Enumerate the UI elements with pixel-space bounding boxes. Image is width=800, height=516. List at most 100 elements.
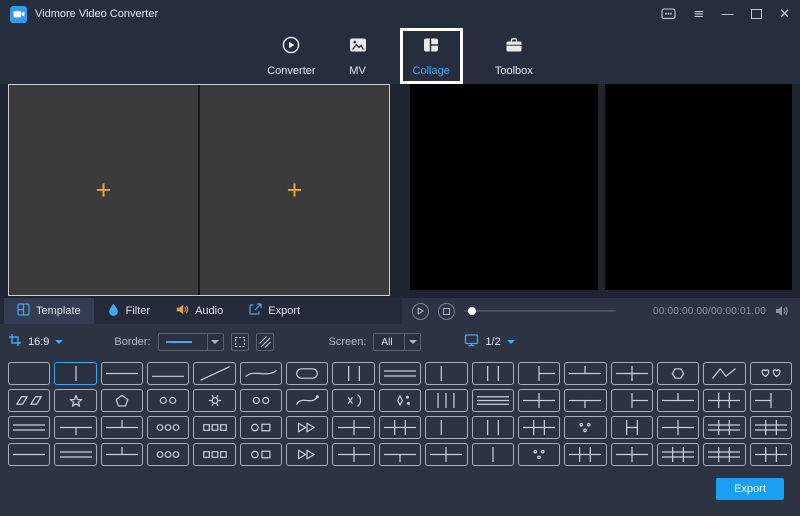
template-option-v4[interactable] <box>425 389 467 412</box>
template-option-t2b1[interactable] <box>101 443 143 466</box>
template-option-starswirl[interactable] <box>379 389 421 412</box>
template-option-squares3[interactable] <box>193 443 235 466</box>
template-option-v2[interactable] <box>54 362 96 385</box>
template-option-h2[interactable] <box>101 362 143 385</box>
template-option-hex[interactable] <box>657 362 699 385</box>
border-style-select[interactable] <box>158 333 224 351</box>
template-option-l1r2[interactable] <box>611 389 653 412</box>
seek-thumb[interactable] <box>468 307 476 315</box>
template-option-circles3[interactable] <box>147 416 189 439</box>
template-option-v2off[interactable] <box>425 362 467 385</box>
template-option-squares3[interactable] <box>193 416 235 439</box>
template-option-grid4[interactable] <box>657 416 699 439</box>
page-dropdown-caret[interactable] <box>507 340 515 344</box>
template-option-h3[interactable] <box>54 443 96 466</box>
template-option-t2b1[interactable] <box>657 389 699 412</box>
template-option-h4[interactable] <box>472 389 514 412</box>
template-option-grid6[interactable] <box>703 389 745 412</box>
template-option-swirl[interactable] <box>286 389 328 412</box>
feedback-icon[interactable] <box>661 8 676 20</box>
template-option-para[interactable] <box>8 389 50 412</box>
tab-audio[interactable]: Audio <box>163 298 236 324</box>
template-option-l2r1[interactable] <box>750 389 792 412</box>
template-option-h3[interactable] <box>379 362 421 385</box>
template-option-dots[interactable] <box>564 416 606 439</box>
template-option-grid6[interactable] <box>564 443 606 466</box>
tab-filter[interactable]: Filter <box>94 298 163 324</box>
template-option-ff[interactable] <box>286 443 328 466</box>
template-option-circles2[interactable] <box>147 389 189 412</box>
template-option-t2b1[interactable] <box>564 362 606 385</box>
maximize-icon[interactable] <box>751 9 762 19</box>
template-option-v3[interactable] <box>472 416 514 439</box>
template-option-grid9[interactable] <box>750 416 792 439</box>
template-option-t2b1[interactable] <box>101 416 143 439</box>
minimize-icon[interactable]: — <box>721 8 734 21</box>
template-option-grid6[interactable] <box>750 443 792 466</box>
template-option-v2off[interactable] <box>425 416 467 439</box>
template-option-circlesq[interactable] <box>240 443 282 466</box>
template-option-circlesq[interactable] <box>240 416 282 439</box>
template-option-v2[interactable] <box>472 443 514 466</box>
tab-toolbox[interactable]: Toolbox <box>495 28 533 77</box>
template-option-grid4[interactable] <box>518 389 560 412</box>
add-video-icon[interactable]: + <box>287 177 303 204</box>
template-option-grid6[interactable] <box>379 416 421 439</box>
template-option-v3[interactable] <box>332 362 374 385</box>
template-option-grid4[interactable] <box>611 362 653 385</box>
template-option-grid4[interactable] <box>611 443 653 466</box>
play-button[interactable] <box>412 303 429 320</box>
template-option-gear[interactable] <box>193 389 235 412</box>
menu-icon[interactable]: ≡ <box>693 8 704 21</box>
template-option-ff[interactable] <box>286 416 328 439</box>
template-option-gearparen[interactable] <box>332 389 374 412</box>
template-option-dots[interactable] <box>518 443 560 466</box>
template-option-t1b2[interactable] <box>379 443 421 466</box>
close-icon[interactable]: ✕ <box>779 8 790 21</box>
collage-slot-2[interactable]: + <box>200 85 389 295</box>
template-option-circles2[interactable] <box>240 389 282 412</box>
template-option-grid9[interactable] <box>703 416 745 439</box>
template-option-pentagon[interactable] <box>101 389 143 412</box>
template-option-zigzag[interactable] <box>703 362 745 385</box>
tab-collage[interactable]: Collage <box>413 32 450 77</box>
template-option-rounded[interactable] <box>286 362 328 385</box>
template-option-h2[interactable] <box>8 443 50 466</box>
page-control[interactable]: 1/2 <box>464 333 514 352</box>
template-option-v3[interactable] <box>472 362 514 385</box>
template-option-grid9[interactable] <box>703 443 745 466</box>
template-option-grid6[interactable] <box>518 416 560 439</box>
tab-export[interactable]: Export <box>236 298 313 324</box>
template-option-star[interactable] <box>54 389 96 412</box>
aspect-ratio-control[interactable]: 16:9 <box>8 333 63 352</box>
add-video-icon[interactable]: + <box>96 177 112 204</box>
export-button[interactable]: Export <box>716 478 784 500</box>
tab-converter[interactable]: Converter <box>267 28 315 77</box>
template-option-h3[interactable] <box>8 416 50 439</box>
stop-button[interactable] <box>438 303 455 320</box>
template-option-curve[interactable] <box>240 362 282 385</box>
aspect-dropdown-caret[interactable] <box>55 340 63 344</box>
template-option-circles3[interactable] <box>147 443 189 466</box>
border-color-button[interactable] <box>256 333 274 351</box>
template-option-t1b2[interactable] <box>54 416 96 439</box>
template-option-grid4[interactable] <box>332 443 374 466</box>
screen-select[interactable]: All <box>373 333 421 351</box>
template-option-l1r2[interactable] <box>518 362 560 385</box>
collage-slot-1[interactable]: + <box>9 85 198 295</box>
template-option-grid4[interactable] <box>425 443 467 466</box>
tab-template[interactable]: Template <box>4 298 94 324</box>
border-corner-button[interactable] <box>231 333 249 351</box>
tab-mv[interactable]: MV <box>348 28 368 77</box>
seek-slider[interactable] <box>464 310 616 312</box>
border-select-caret-area[interactable] <box>207 334 223 350</box>
template-option-h2low[interactable] <box>147 362 189 385</box>
volume-icon[interactable] <box>775 304 790 318</box>
template-option-grid9[interactable] <box>657 443 699 466</box>
template-option-v3h[interactable] <box>611 416 653 439</box>
template-option-t1b2[interactable] <box>564 389 606 412</box>
template-option-diag[interactable] <box>193 362 235 385</box>
screen-select-caret-area[interactable] <box>404 334 420 350</box>
template-option-single[interactable] <box>8 362 50 385</box>
template-option-hearts[interactable] <box>750 362 792 385</box>
